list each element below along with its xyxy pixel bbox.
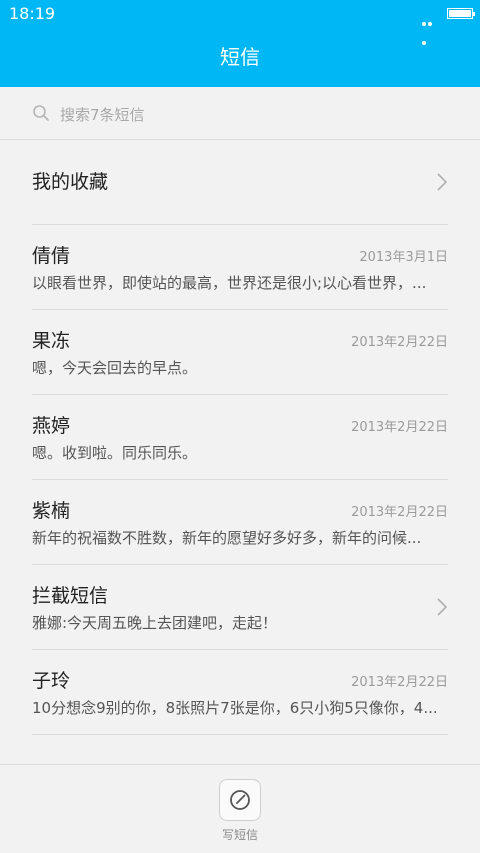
chevron-right-icon (436, 172, 448, 192)
conversation-item[interactable]: 倩倩 2013年3月1日 以眼看世界，即使站的最高，世界还是很小;以心看世界，.… (32, 225, 448, 310)
messages-screen: 18:19 短信 我的收藏 倩倩 2013年3月1日 以眼看世界，即使站的最高，… (0, 0, 480, 853)
status-time: 18:19 (9, 4, 56, 23)
message-preview: 10分想念9别的你，8张照片7张是你，6只小狗5只像你，4... (32, 699, 438, 717)
message-preview: 以眼看世界，即使站的最高，世界还是很小;以心看世界，... (32, 274, 427, 292)
chevron-right-icon (436, 597, 448, 617)
battery-icon (447, 8, 475, 19)
conversation-item[interactable]: 燕婷 2013年2月22日 嗯。收到啦。同乐同乐。 (32, 395, 448, 480)
bottom-toolbar: 写短信 (0, 764, 480, 853)
status-bar: 18:19 (0, 0, 480, 45)
contact-name: 倩倩 (32, 245, 71, 267)
compose-icon (230, 790, 250, 810)
message-date: 2013年3月1日 (359, 250, 448, 265)
favorites-item[interactable]: 我的收藏 (32, 140, 448, 225)
page-title: 短信 (220, 45, 260, 69)
message-preview: 新年的祝福数不胜数，新年的愿望好多好多，新年的问候... (32, 529, 422, 547)
contact-name: 子玲 (32, 670, 71, 692)
conversation-item[interactable]: 紫楠 2013年2月22日 新年的祝福数不胜数，新年的愿望好多好多，新年的问候.… (32, 480, 448, 565)
contact-name: 拦截短信 (32, 585, 109, 607)
message-date: 2013年2月22日 (351, 335, 448, 350)
message-preview: 雅娜:今天周五晚上去团建吧，走起！ (32, 614, 278, 632)
compose-label: 写短信 (221, 828, 258, 842)
search-icon (32, 104, 50, 122)
conversation-list: 我的收藏 倩倩 2013年3月1日 以眼看世界，即使站的最高，世界还是很小;以心… (0, 140, 480, 735)
compose-button[interactable] (219, 779, 261, 821)
message-date: 2013年2月22日 (351, 675, 448, 690)
search-bar[interactable] (0, 87, 480, 140)
message-preview: 嗯。收到啦。同乐同乐。 (32, 444, 198, 462)
conversation-item[interactable]: 果冻 2013年2月22日 嗯，今天会回去的早点。 (32, 310, 448, 395)
search-input[interactable] (58, 101, 442, 129)
contact-name: 果冻 (32, 330, 71, 352)
favorites-label: 我的收藏 (32, 171, 109, 193)
message-preview: 嗯，今天会回去的早点。 (32, 359, 198, 377)
conversation-item[interactable]: 子玲 2013年2月22日 10分想念9别的你，8张照片7张是你，6只小狗5只像… (32, 650, 448, 735)
message-date: 2013年2月22日 (351, 505, 448, 520)
contact-name: 燕婷 (32, 415, 71, 437)
contact-name: 紫楠 (32, 500, 71, 522)
blocked-messages-item[interactable]: 拦截短信 雅娜:今天周五晚上去团建吧，走起！ (32, 565, 448, 650)
signal-dots-icon (422, 11, 438, 45)
message-date: 2013年2月22日 (351, 420, 448, 435)
app-header: 18:19 短信 (0, 0, 480, 87)
